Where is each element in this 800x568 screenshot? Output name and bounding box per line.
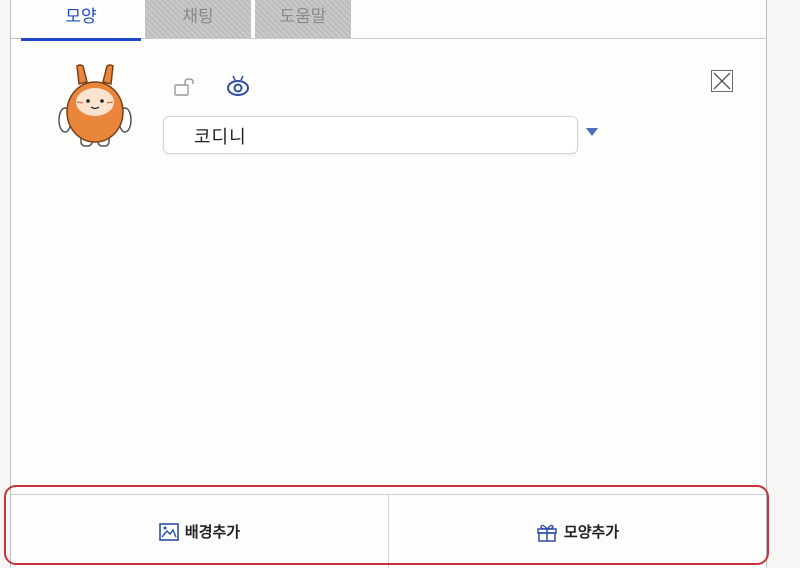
add-shape-label: 모양추가 [563, 523, 620, 541]
add-background-button[interactable]: 배경추가 [11, 495, 388, 568]
eye-icon[interactable] [225, 74, 251, 96]
action-bar: 배경추가 모양추가 [11, 494, 766, 568]
add-background-label: 배경추가 [184, 523, 241, 541]
shape-panel: 모양 채팅 도움말 코디니 배경추가 모양추가 [10, 0, 767, 568]
close-icon[interactable] [711, 70, 733, 92]
triangle-down-icon[interactable] [586, 128, 598, 136]
codini-avatar[interactable] [55, 62, 135, 150]
gift-icon [537, 524, 557, 542]
tab-chat[interactable]: 채팅 [145, 0, 251, 38]
sprite-name-value: 코디니 [194, 127, 247, 148]
tab-bar: 모양 채팅 도움말 [11, 0, 766, 41]
image-icon [159, 522, 179, 541]
tab-help[interactable]: 도움말 [255, 0, 351, 38]
sprite-name-input[interactable]: 코디니 [163, 116, 578, 154]
tab-shape[interactable]: 모양 [21, 0, 141, 41]
unlock-icon[interactable] [174, 78, 196, 96]
add-shape-button[interactable]: 모양추가 [389, 495, 766, 568]
